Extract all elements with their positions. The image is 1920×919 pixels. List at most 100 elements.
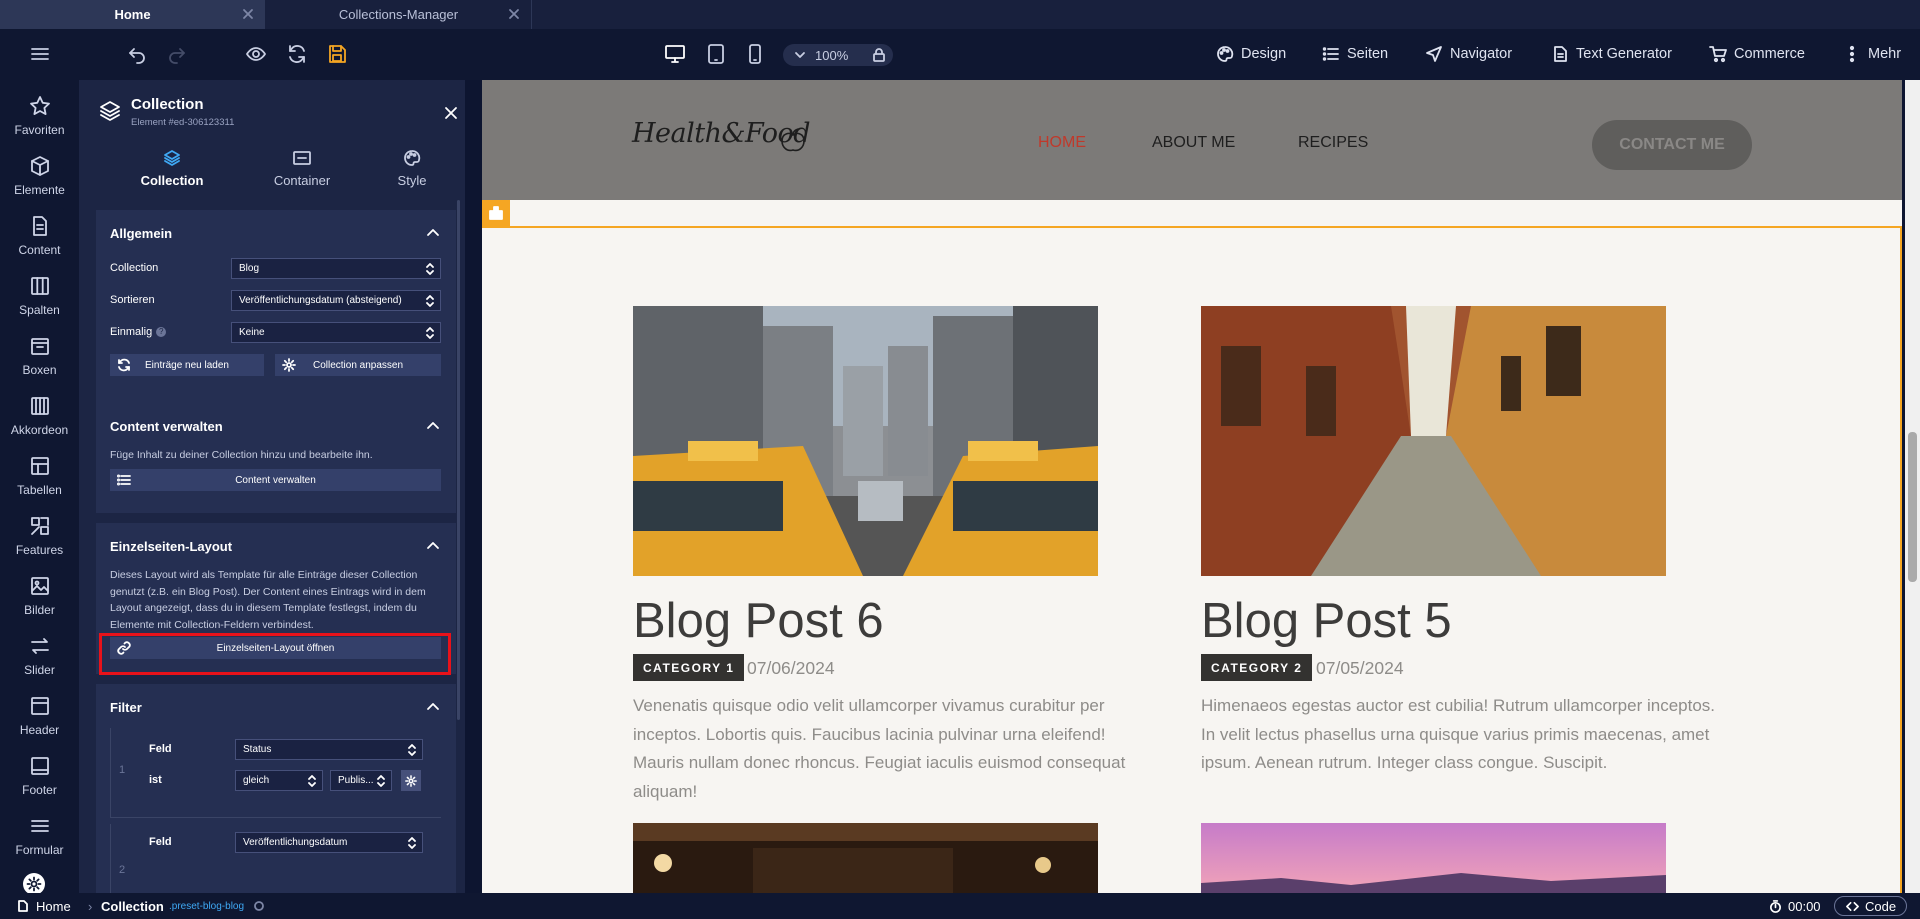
nav-home[interactable]: HOME <box>1038 134 1086 152</box>
sidebar-item-label: Spalten <box>19 303 60 317</box>
filter-row: 2 Feld Veröffentlichungsdatum <box>110 824 441 893</box>
page-canvas: Health&Food HOME ABOUT ME RECIPES CONTAC… <box>482 80 1902 893</box>
close-icon[interactable] <box>443 105 459 121</box>
sidebar-item-tabellen[interactable]: Tabellen <box>0 446 79 506</box>
site-logo[interactable]: Health&Food <box>632 118 812 162</box>
sidebar-item-formular[interactable]: Formular <box>0 806 79 866</box>
sidebar-item-label: Content <box>18 243 61 257</box>
sidebar-item-akkordeon[interactable]: Akkordeon <box>0 386 79 446</box>
chevron-up-icon[interactable] <box>424 537 442 555</box>
filter-settings-button[interactable] <box>401 770 421 791</box>
tab-collection[interactable]: Collection <box>107 148 237 188</box>
seiten-menu[interactable]: Seiten <box>1322 41 1388 67</box>
nav-recipes[interactable]: RECIPES <box>1298 134 1368 152</box>
design-menu[interactable]: Design <box>1216 41 1286 67</box>
post-image[interactable] <box>633 823 1098 893</box>
code-button[interactable]: Code <box>1834 896 1908 916</box>
tablet-view-icon[interactable] <box>703 41 729 67</box>
post-title[interactable]: Blog Post 5 <box>1201 593 1452 649</box>
section-title: Einzelseiten-Layout <box>110 539 233 554</box>
palette-icon[interactable] <box>253 893 265 919</box>
sidebar-item-footer[interactable]: Footer <box>0 746 79 806</box>
select-arrows-icon <box>425 262 435 276</box>
sidebar-item-slider[interactable]: Slider <box>0 626 79 686</box>
adjust-collection-label: Collection anpassen <box>312 359 404 371</box>
nav-about-me[interactable]: ABOUT ME <box>1152 134 1235 152</box>
scrollbar-thumb[interactable] <box>1908 432 1917 582</box>
filter-field-select[interactable]: Status <box>235 739 423 760</box>
breadcrumb-home[interactable]: Home <box>16 893 71 919</box>
sidebar-item-elemente[interactable]: Elemente <box>0 146 79 206</box>
chevron-down-icon[interactable] <box>789 44 811 66</box>
commerce-menu[interactable]: Commerce <box>1709 41 1805 67</box>
category-badge[interactable]: CATEGORY 2 <box>1201 654 1313 681</box>
einmalig-select[interactable]: Keine <box>231 322 441 343</box>
breadcrumb-collection[interactable]: Collection <box>101 893 164 919</box>
sidebar-item-favoriten[interactable]: Favoriten <box>0 86 79 146</box>
site-header[interactable]: Health&Food HOME ABOUT ME RECIPES CONTAC… <box>482 80 1902 200</box>
post-title[interactable]: Blog Post 6 <box>633 593 884 649</box>
collection-select[interactable]: Blog <box>231 258 441 279</box>
chevron-up-icon[interactable] <box>424 417 442 435</box>
desktop-view-icon[interactable] <box>662 41 688 67</box>
layers-icon <box>99 100 121 122</box>
filter-operator-select[interactable]: gleich <box>235 770 323 791</box>
refresh-icon <box>116 357 132 373</box>
tab-style[interactable]: Style <box>347 148 477 188</box>
reload-entries-button[interactable]: Einträge neu laden <box>110 354 264 376</box>
navigator-menu[interactable]: Navigator <box>1425 41 1512 67</box>
sidebar-item-features[interactable]: Features <box>0 506 79 566</box>
highlight-box <box>99 633 451 675</box>
mehr-menu[interactable]: Mehr <box>1843 41 1901 67</box>
sidebar-item-boxen[interactable]: Boxen <box>0 326 79 386</box>
sidebar-item-header[interactable]: Header <box>0 686 79 746</box>
filter-field-select[interactable]: Veröffentlichungsdatum <box>235 832 423 853</box>
canvas-scrollbar[interactable] <box>1905 80 1920 893</box>
chevron-up-icon[interactable] <box>424 224 442 242</box>
hamburger-menu-icon[interactable] <box>27 41 53 67</box>
post-image[interactable] <box>1201 306 1666 576</box>
navigation-arrow-icon <box>1425 45 1443 63</box>
post-image[interactable] <box>1201 823 1666 893</box>
undo-icon[interactable] <box>124 41 150 67</box>
redo-icon[interactable] <box>164 41 190 67</box>
mobile-view-icon[interactable] <box>742 41 768 67</box>
table-icon <box>28 454 52 478</box>
section-title: Allgemein <box>110 226 173 241</box>
chevron-up-icon[interactable] <box>424 698 442 716</box>
save-icon[interactable] <box>324 41 350 67</box>
close-icon[interactable] <box>507 7 521 21</box>
tab-collections-manager[interactable]: Collections-Manager <box>266 0 532 29</box>
sidebar-item-content[interactable]: Content <box>0 206 79 266</box>
zoom-control[interactable]: 100% <box>783 44 893 66</box>
category-badge[interactable]: CATEGORY 1 <box>633 654 745 681</box>
element-handle-icon[interactable] <box>482 200 510 226</box>
post-image[interactable] <box>633 306 1098 576</box>
code-label: Code <box>1865 898 1897 914</box>
text-generator-menu[interactable]: Text Generator <box>1551 41 1672 67</box>
filter-value: Publis... <box>338 775 374 786</box>
filter-row: 1 Feld Status ist gleich Publis... <box>110 728 441 818</box>
adjust-collection-button[interactable]: Collection anpassen <box>275 354 441 376</box>
manage-content-button[interactable]: Content verwalten <box>110 469 441 491</box>
sidebar-item-bilder[interactable]: Bilder <box>0 566 79 626</box>
lock-icon[interactable] <box>871 47 887 63</box>
section-title: Content verwalten <box>110 419 223 434</box>
sidebar-item-label: Formular <box>15 843 64 857</box>
filter-row-number: 2 <box>119 864 126 876</box>
tab-home[interactable]: Home <box>0 0 265 29</box>
settings-gear-icon[interactable] <box>23 873 45 895</box>
css-class-label[interactable]: .preset-blog-blog <box>169 893 244 919</box>
contact-me-button[interactable]: CONTACT ME <box>1592 120 1752 170</box>
close-icon[interactable] <box>241 7 255 21</box>
sidebar-item-spalten[interactable]: Spalten <box>0 266 79 326</box>
panel-scrollbar[interactable] <box>457 200 460 720</box>
selection-outline-top <box>482 226 1902 228</box>
help-icon[interactable]: ? <box>156 327 167 338</box>
preview-eye-icon[interactable] <box>243 41 269 67</box>
filter-value-select[interactable]: Publis... <box>330 770 392 791</box>
sunset-image <box>1201 823 1666 893</box>
sort-select[interactable]: Veröffentlichungsdatum (absteigend) <box>231 290 441 311</box>
sidebar-item-label: Akkordeon <box>10 423 69 437</box>
refresh-icon[interactable] <box>284 41 310 67</box>
